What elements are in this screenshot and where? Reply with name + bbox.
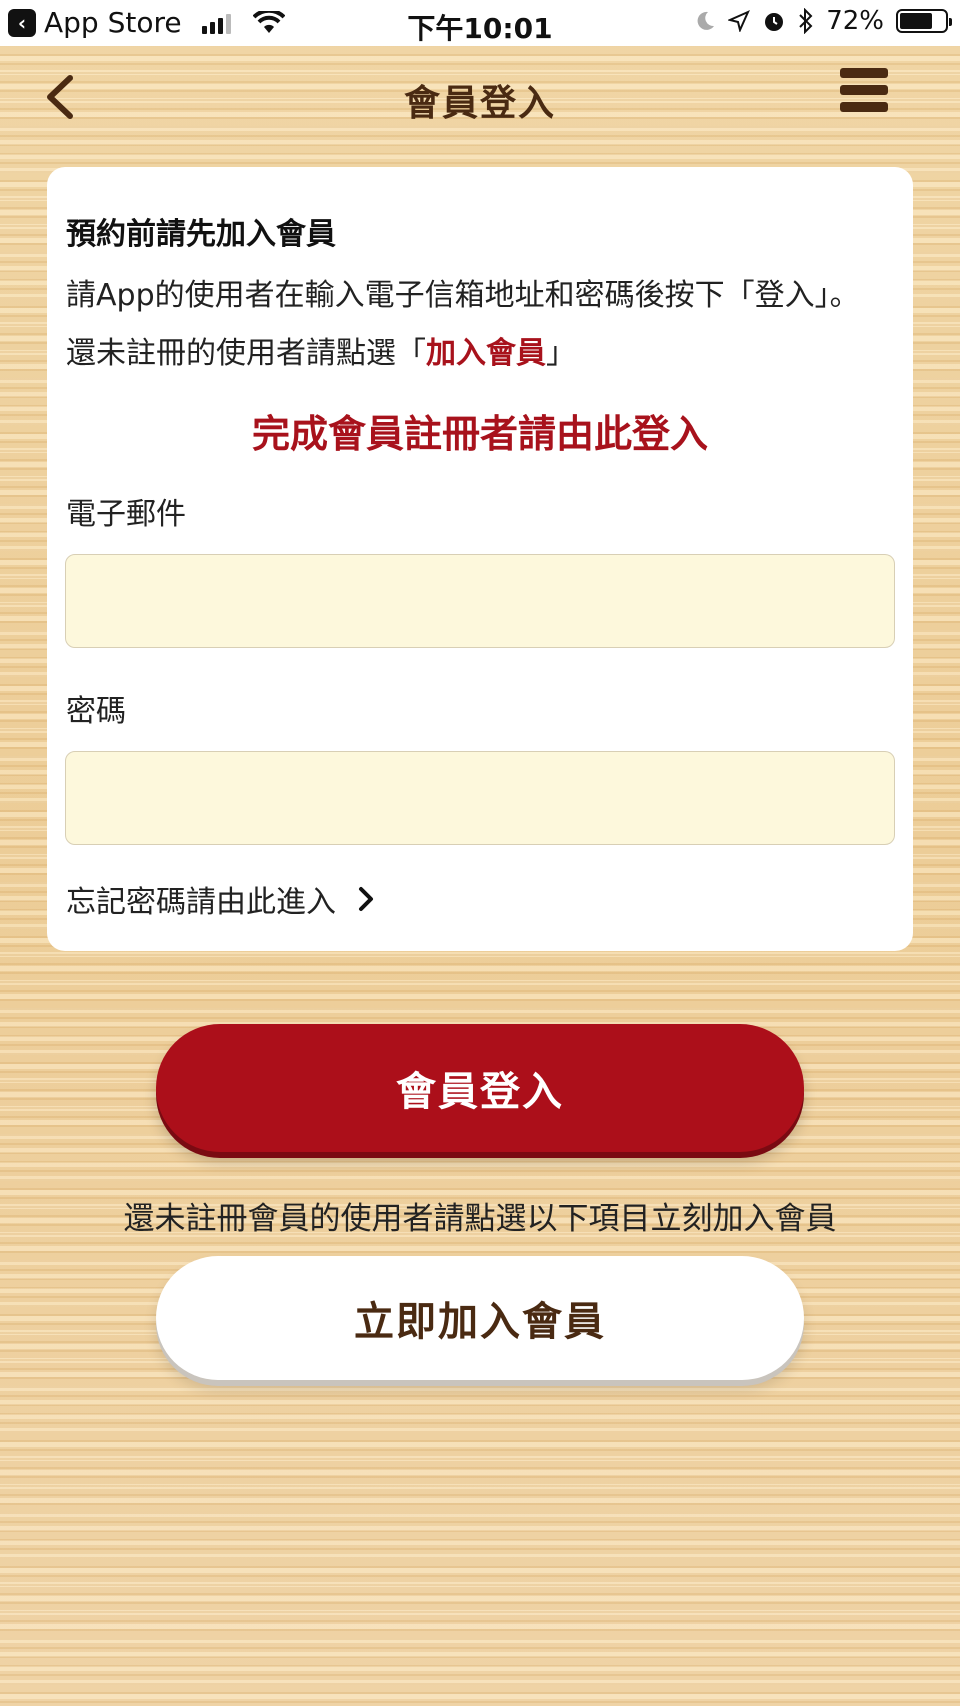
- location-arrow-icon: [728, 10, 751, 32]
- member-login-button[interactable]: 會員登入: [156, 1024, 804, 1152]
- bluetooth-icon: [799, 8, 813, 34]
- login-card: 預約前請先加入會員 請App的使用者在輸入電子信箱地址和密碼後按下「登入」。還未…: [47, 167, 913, 951]
- forgot-password-label[interactable]: 忘記密碼請由此進入: [66, 877, 336, 921]
- hamburger-menu-icon[interactable]: [840, 68, 888, 116]
- chevron-right-icon[interactable]: [358, 886, 374, 912]
- forgot-password-link[interactable]: 忘記密碼請由此進入: [66, 877, 374, 921]
- moon-icon: [697, 11, 715, 30]
- join-now-button[interactable]: 立即加入會員: [156, 1256, 804, 1380]
- alarm-clock-icon: [765, 13, 784, 31]
- battery-fill: [900, 13, 932, 29]
- card-description: 請App的使用者在輸入電子信箱地址和密碼後按下「登入」。還未註冊的使用者請點選「…: [66, 267, 866, 383]
- page-title: 會員登入: [403, 82, 556, 124]
- card-heading: 預約前請先加入會員: [66, 217, 336, 252]
- join-member-link[interactable]: 加入會員: [426, 336, 546, 371]
- battery-percent: 72%: [826, 6, 884, 36]
- description-suffix: 」: [546, 336, 576, 371]
- signup-hint: 還未註冊會員的使用者請點選以下項目立刻加入會員: [123, 1201, 837, 1237]
- password-label: 密碼: [66, 694, 126, 729]
- password-field[interactable]: [65, 751, 895, 845]
- status-right: 72%: [694, 6, 952, 36]
- email-label: 電子郵件: [66, 497, 186, 532]
- battery-icon: [896, 9, 952, 33]
- login-notice: 完成會員註冊者請由此登入: [251, 412, 708, 456]
- status-bar: ‹ App Store 下午10:01 72%: [0, 0, 960, 46]
- email-field[interactable]: [65, 554, 895, 648]
